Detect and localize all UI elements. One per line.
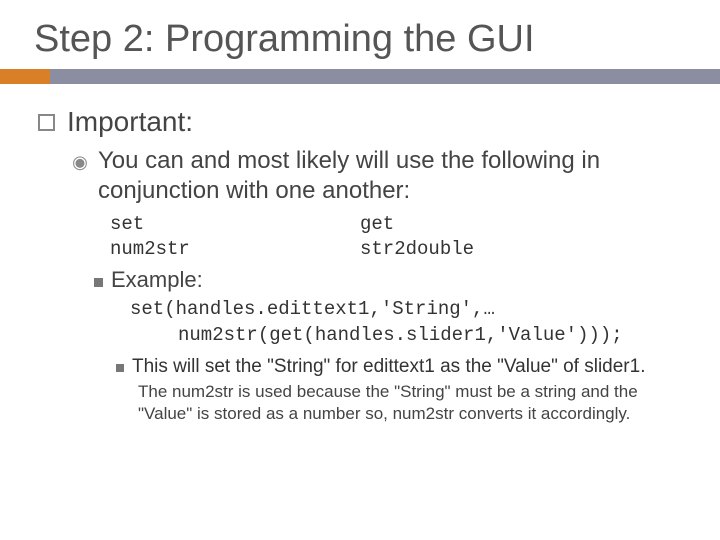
bullet-level-4: This will set the "String" for edittext1… — [116, 355, 680, 380]
important-heading: Important: — [67, 106, 193, 138]
func-str2double: str2double — [360, 237, 610, 262]
explanation-primary: This will set the "String" for edittext1… — [132, 355, 645, 380]
function-column-1: set num2str — [110, 212, 360, 261]
slide-title: Step 2: Programming the GUI — [0, 0, 720, 69]
small-square-bullet-icon — [116, 364, 124, 372]
bullet-level-3: Example: — [94, 267, 680, 293]
code-line-1: set(handles.edittext1,'String',… — [130, 297, 680, 323]
square-bullet-icon — [94, 278, 103, 287]
code-line-2: num2str(get(handles.slider1,'Value'))); — [130, 323, 680, 349]
func-set: set — [110, 212, 360, 237]
bullet-level-1: Important: — [38, 106, 680, 138]
accent-bar-orange — [0, 69, 50, 84]
function-column-2: get str2double — [360, 212, 610, 261]
accent-bar-gray — [50, 69, 720, 84]
square-outline-bullet-icon — [38, 114, 55, 131]
explanation-secondary: The num2str is used because the "String"… — [138, 381, 680, 425]
func-get: get — [360, 212, 610, 237]
accent-bar — [0, 69, 720, 84]
function-list: set num2str get str2double — [110, 212, 680, 261]
func-num2str: num2str — [110, 237, 360, 262]
intro-text: You can and most likely will use the fol… — [98, 146, 680, 206]
bullet-level-2: ◉ You can and most likely will use the f… — [72, 146, 680, 206]
content: Important: ◉ You can and most likely wil… — [0, 84, 720, 426]
code-block: set(handles.edittext1,'String',… num2str… — [130, 297, 680, 348]
target-bullet-icon: ◉ — [72, 152, 88, 173]
slide: Step 2: Programming the GUI Important: ◉… — [0, 0, 720, 540]
example-label: Example: — [111, 267, 203, 293]
